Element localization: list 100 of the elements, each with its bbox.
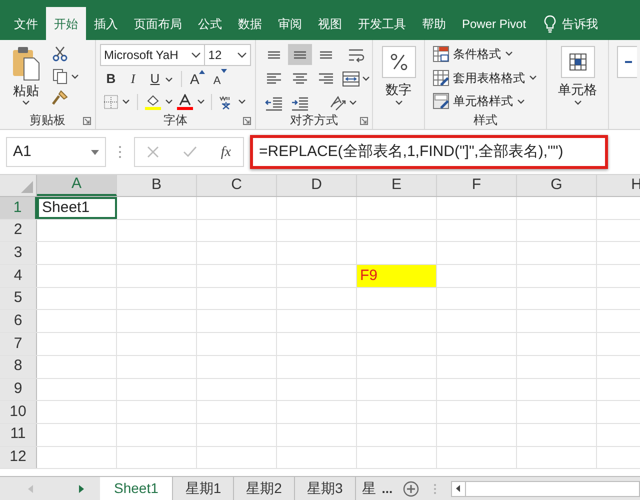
caret-icon bbox=[91, 150, 99, 154]
group-label: 样式 bbox=[474, 112, 498, 129]
caret-icon bbox=[71, 74, 79, 78]
column-header[interactable]: A bbox=[37, 175, 117, 196]
ribbon-tab[interactable]: 开始 bbox=[46, 7, 86, 40]
group-label: 字体 bbox=[164, 112, 188, 129]
font-size-field[interactable]: 12 bbox=[205, 44, 251, 66]
checkmark-icon[interactable] bbox=[182, 146, 197, 158]
row-header[interactable]: 1 bbox=[0, 197, 37, 219]
caret-icon bbox=[165, 76, 173, 82]
vertical-dots-icon[interactable] bbox=[432, 482, 437, 494]
group-label: 剪贴板 bbox=[30, 112, 66, 129]
caret-icon bbox=[517, 98, 525, 104]
dialog-launcher-icon[interactable] bbox=[83, 117, 91, 125]
row-header[interactable]: 2 bbox=[0, 220, 37, 242]
add-sheet-icon[interactable] bbox=[402, 480, 419, 496]
style-menu-button[interactable]: 套用表格格式 bbox=[433, 68, 537, 88]
vertical-dots-icon[interactable] bbox=[118, 145, 122, 159]
sheet-tab[interactable]: 星期2 bbox=[234, 476, 295, 500]
conditional-formatting-icon bbox=[433, 46, 449, 62]
formula-input-field[interactable]: =REPLACE(全部表名,1,FIND("]",全部表名),"") bbox=[250, 135, 608, 169]
align-middle-button[interactable] bbox=[288, 44, 312, 65]
caret-icon bbox=[122, 99, 130, 104]
italic-button[interactable]: I bbox=[126, 69, 140, 89]
row-header[interactable]: 10 bbox=[0, 401, 37, 423]
insert-function-button[interactable]: fx bbox=[220, 142, 231, 162]
lightbulb-icon bbox=[544, 14, 556, 32]
percent-icon bbox=[382, 46, 416, 78]
caret-icon bbox=[197, 99, 205, 104]
fill-color-icon[interactable] bbox=[145, 94, 161, 110]
column-header[interactable]: F bbox=[437, 175, 517, 196]
caret-icon bbox=[349, 100, 357, 105]
sheet-tab[interactable]: 星 bbox=[356, 476, 378, 500]
number-format-button[interactable]: 数字 bbox=[377, 44, 420, 129]
align-left-icon bbox=[267, 73, 281, 84]
row-header[interactable]: 11 bbox=[0, 424, 37, 446]
row-header[interactable]: 5 bbox=[0, 288, 37, 310]
column-header[interactable]: D bbox=[277, 175, 357, 196]
insert-cells-icon bbox=[560, 46, 594, 78]
caret-icon bbox=[394, 100, 402, 105]
style-menu-button[interactable]: 单元格样式 bbox=[433, 91, 537, 112]
dialog-launcher-icon[interactable] bbox=[360, 117, 368, 125]
copy-icon[interactable] bbox=[52, 68, 68, 84]
column-header[interactable]: B bbox=[117, 175, 197, 196]
row-header[interactable]: 8 bbox=[0, 356, 37, 378]
align-center-icon bbox=[293, 73, 307, 84]
sheet-tab[interactable]: 星期3 bbox=[294, 476, 356, 500]
caret-icon bbox=[191, 52, 202, 58]
caret-icon bbox=[165, 99, 173, 104]
paste-button[interactable]: 粘贴 bbox=[4, 44, 48, 111]
decrease-font-size-button[interactable]: A bbox=[213, 68, 227, 90]
align-bottom-icon bbox=[320, 50, 332, 58]
group-label: 对齐方式 bbox=[290, 112, 338, 129]
tell-me-search[interactable]: 告诉我 bbox=[562, 14, 598, 32]
dialog-launcher-icon[interactable] bbox=[243, 117, 251, 125]
down-triangle-icon bbox=[220, 68, 227, 72]
column-header[interactable]: C bbox=[197, 175, 277, 196]
row-header[interactable]: 7 bbox=[0, 333, 37, 355]
caret-icon bbox=[237, 52, 247, 58]
row-header[interactable]: 3 bbox=[0, 242, 37, 264]
horizontal-scrollbar[interactable] bbox=[450, 480, 640, 496]
scissors-icon[interactable] bbox=[52, 46, 68, 62]
font-name-field[interactable]: Microsoft YaH bbox=[100, 44, 206, 66]
format-painter-icon[interactable] bbox=[52, 90, 68, 106]
align-top-icon bbox=[268, 50, 280, 58]
caret-icon bbox=[238, 99, 246, 104]
merge-cells-icon bbox=[342, 70, 360, 88]
cell-styles-icon bbox=[433, 93, 449, 110]
row-header[interactable]: 6 bbox=[0, 310, 37, 332]
row-header[interactable]: 4 bbox=[0, 265, 37, 287]
text-orientation-icon bbox=[329, 94, 347, 112]
caret-icon bbox=[22, 100, 30, 105]
sheet-tab[interactable]: 星期1 bbox=[173, 476, 234, 500]
table-format-icon bbox=[433, 70, 449, 86]
caret-icon bbox=[362, 76, 370, 81]
increase-font-size-button[interactable]: A bbox=[190, 70, 206, 88]
cells-button[interactable]: 单元格 bbox=[551, 44, 604, 129]
scroll-right-icon[interactable] bbox=[79, 484, 84, 492]
table-cell[interactable]: Sheet1 bbox=[37, 197, 117, 219]
column-header[interactable]: E bbox=[357, 175, 437, 196]
underline-button[interactable]: U bbox=[148, 69, 162, 89]
style-menu-button[interactable]: 条件格式 bbox=[433, 44, 537, 64]
borders-icon[interactable] bbox=[104, 94, 118, 108]
align-middle-icon bbox=[294, 50, 306, 58]
clipboard-icon bbox=[11, 46, 41, 82]
align-right-icon bbox=[319, 73, 333, 84]
table-cell[interactable]: F9 bbox=[357, 265, 437, 287]
row-header[interactable]: 9 bbox=[0, 378, 37, 400]
caret-icon bbox=[574, 100, 582, 105]
more-sheets-button[interactable]: ... bbox=[378, 478, 397, 498]
sheet-tab[interactable]: Sheet1 bbox=[100, 476, 174, 500]
column-header[interactable]: G bbox=[517, 175, 597, 196]
caret-icon bbox=[529, 75, 537, 80]
bold-button[interactable]: B bbox=[104, 69, 118, 89]
up-triangle-icon bbox=[199, 70, 206, 74]
scroll-left-icon[interactable] bbox=[456, 485, 460, 492]
row-header[interactable]: 12 bbox=[0, 446, 37, 468]
caret-icon bbox=[505, 51, 513, 56]
font-color-icon[interactable] bbox=[177, 94, 193, 110]
name-box[interactable]: A1 bbox=[6, 137, 106, 167]
